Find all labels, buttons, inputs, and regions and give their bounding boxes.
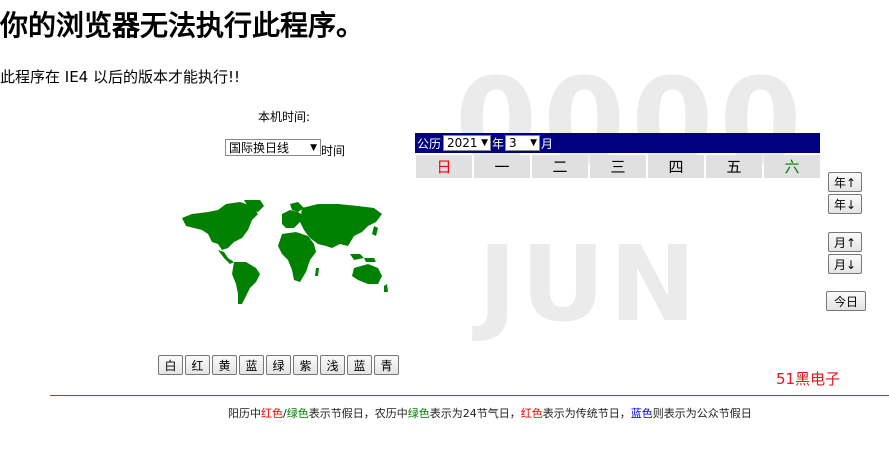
year-suffix: 年 [492,136,505,151]
local-time-label: 本机时间: [258,110,311,124]
timezone-selected-value: 国际换日线 [229,141,290,155]
weekday-monday: 一 [474,155,530,178]
color-button-red[interactable]: 红 [185,355,210,375]
year-up-button[interactable]: 年↑ [828,172,862,192]
month-suffix: 月 [541,136,554,151]
weekday-saturday: 六 [764,155,820,178]
color-button-yellow[interactable]: 黄 [212,355,237,375]
year-select-value: 2021 [447,136,478,150]
today-button[interactable]: 今日 [826,291,866,311]
color-button-white[interactable]: 白 [158,355,183,375]
weekday-friday: 五 [706,155,762,178]
month-up-button[interactable]: 月↑ [828,232,862,252]
month-down-button[interactable]: 月↓ [828,254,862,274]
world-map-icon [178,200,390,310]
legend-text: 表示为传统节日， [542,407,631,420]
chevron-down-icon: ▼ [481,138,489,148]
chevron-down-icon: ▼ [310,142,317,153]
month-select[interactable]: 3 ▼ [505,135,541,151]
legend-text: 阳历中 [228,407,261,420]
legend-red: 红色 [261,407,283,420]
legend-red: 红色 [520,407,543,420]
ie-version-notice: 此程序在 IE4 以后的版本才能执行!! [0,68,241,86]
weekday-thursday: 四 [648,155,704,178]
color-button-light[interactable]: 浅 [320,355,345,375]
divider [50,395,889,396]
holiday-legend: 阳历中红色/绿色表示节假日，农历中绿色表示为24节气日，红色表示为传统节日，蓝色… [228,405,752,421]
legend-text: 表示为24节气日， [429,407,521,420]
color-button-blue[interactable]: 蓝 [239,355,264,375]
legend-text: 则表示为公众节假日 [652,407,752,420]
legend-blue: 蓝色 [630,407,653,420]
background-month: JUN [478,223,701,345]
page-title: 你的浏览器无法执行此程序。 [0,9,365,42]
timezone-select[interactable]: 国际换日线 ▼ [225,139,321,156]
legend-text: 表示节假日，农历中 [308,407,408,420]
color-button-group: 白 红 黄 蓝 绿 紫 浅 蓝 青 [158,355,399,375]
calendar-header: 公历 2021 ▼ 年 3 ▼ 月 [415,133,820,153]
color-button-green[interactable]: 绿 [266,355,291,375]
brand-label: 51黑电子 [776,370,841,388]
color-button-cyan[interactable]: 青 [374,355,399,375]
timezone-suffix: 时间 [321,144,346,158]
chevron-down-icon: ▼ [530,138,538,148]
month-select-value: 3 [509,136,517,150]
legend-green: 绿色 [407,407,430,420]
color-button-blue-2[interactable]: 蓝 [347,355,372,375]
weekday-tuesday: 二 [532,155,588,178]
legend-green: 绿色 [286,407,309,420]
year-select[interactable]: 2021 ▼ [443,135,492,151]
weekday-wednesday: 三 [590,155,646,178]
weekday-header-row: 日 一 二 三 四 五 六 [416,155,820,178]
year-down-button[interactable]: 年↓ [828,194,862,214]
weekday-sunday: 日 [416,155,472,178]
color-button-purple[interactable]: 紫 [293,355,318,375]
calendar-type-label: 公历 [417,136,442,151]
